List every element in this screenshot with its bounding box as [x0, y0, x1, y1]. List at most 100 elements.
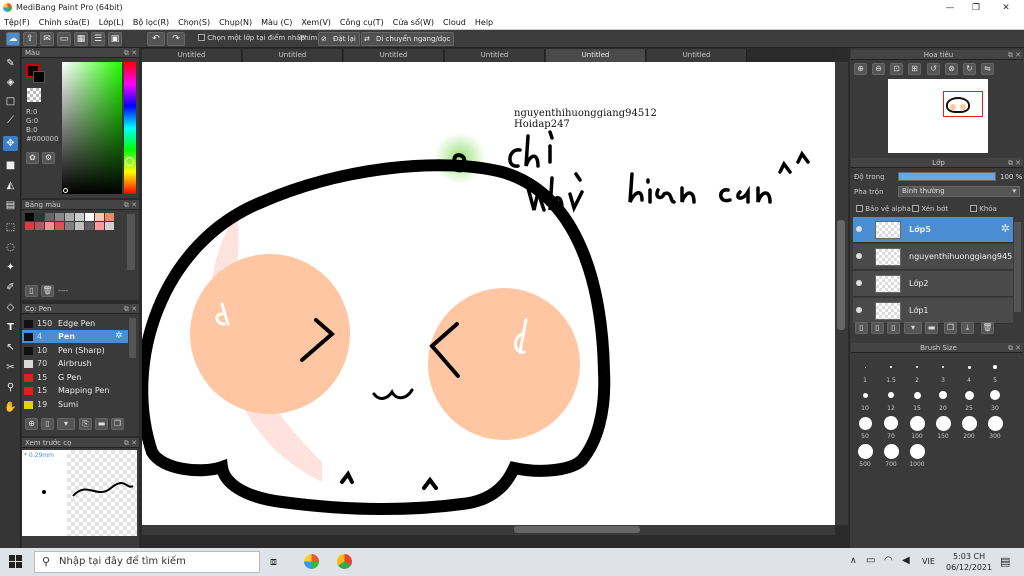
palette-swatch[interactable] [35, 222, 44, 230]
brush-item-selected[interactable]: 4 Pen ✲ [22, 330, 128, 343]
menu-color[interactable]: Màu (C) [261, 16, 292, 29]
tab-untitled[interactable]: Untitled [243, 49, 343, 62]
actual-size-icon[interactable]: ⊞ [908, 63, 921, 75]
menu-layer[interactable]: Lớp(L) [99, 16, 124, 29]
palette-swatch[interactable] [65, 222, 74, 230]
brush-settings-gear-icon[interactable]: ✲ [115, 330, 123, 343]
transparent-color-swatch[interactable] [27, 88, 41, 102]
operation-tool-icon[interactable]: ↖ [3, 340, 18, 355]
brush-size-option[interactable]: 1 [854, 358, 876, 384]
lasso-tool-icon[interactable]: ◌ [3, 240, 18, 255]
layer-settings-gear-icon[interactable]: ✲ [1001, 222, 1010, 235]
wifi-icon[interactable]: ◠ [884, 555, 893, 566]
new-brush-icon[interactable]: ▯ [41, 418, 54, 430]
tab-untitled[interactable]: Untitled [445, 49, 545, 62]
language-indicator[interactable]: VIE [922, 557, 935, 566]
menu-view[interactable]: Xem(V) [301, 16, 331, 29]
navigator-preview[interactable] [888, 79, 988, 153]
hue-cursor[interactable] [125, 157, 134, 166]
color-wheel-icon[interactable]: ✿ [26, 152, 39, 164]
layer-scrollbar[interactable] [1014, 222, 1021, 312]
brush-size-option[interactable]: 200 [958, 414, 980, 440]
palette-swatch[interactable] [25, 213, 34, 221]
duplicate-layer-icon[interactable]: ❐ [944, 322, 957, 334]
brush-duplicate-icon[interactable]: ❐ [111, 418, 124, 430]
new-palette-icon[interactable]: ▯ [25, 285, 38, 297]
gradient-tool-icon[interactable]: ▤ [3, 198, 18, 213]
palette-swatch[interactable] [25, 222, 34, 230]
palette-swatch[interactable] [85, 213, 94, 221]
palette-swatch[interactable] [45, 213, 54, 221]
hand-tool-icon[interactable]: ✋ [3, 400, 18, 415]
drawing-canvas[interactable]: nguyenthihuonggiang94512 Hoidap247 [142, 62, 835, 525]
brush-size-option[interactable]: 300 [984, 414, 1006, 440]
palette-swatch[interactable] [95, 213, 104, 221]
brush-size-option[interactable]: 100 [906, 414, 928, 440]
brush-size-option[interactable]: 700 [880, 442, 902, 468]
flip-view-icon[interactable]: ⇋ [981, 63, 994, 75]
windows-start-icon[interactable] [9, 555, 22, 568]
brush-size-option[interactable]: 5 [984, 358, 1006, 384]
menu-help[interactable]: Help [475, 16, 493, 29]
layer-row[interactable]: nguyenthihuonggiang94512 [853, 244, 1013, 270]
volume-icon[interactable]: ◀ [902, 555, 910, 566]
zoom-out-icon[interactable]: ⊖ [872, 63, 885, 75]
palette-swatch[interactable] [95, 222, 104, 230]
canvas-horizontal-scrollbar[interactable] [142, 525, 835, 535]
minimize-icon[interactable]: — [944, 2, 956, 14]
add-layer-menu-icon[interactable]: ▾ [904, 322, 922, 334]
eye-icon[interactable] [856, 280, 862, 286]
brush-size-option[interactable]: 15 [906, 386, 928, 412]
brush-item[interactable]: 70 Airbrush [22, 357, 128, 370]
tab-untitled[interactable]: Untitled [647, 49, 747, 62]
hscroll-thumb[interactable] [514, 526, 640, 533]
layer-row-selected[interactable]: Lớp5 ✲ [853, 217, 1013, 243]
brush-item[interactable]: 10 Pen (Sharp) [22, 344, 128, 357]
brush-copy-icon[interactable]: ⎘ [79, 418, 92, 430]
brush-size-option[interactable]: 150 [932, 414, 954, 440]
brush-size-option[interactable]: 25 [958, 386, 980, 412]
eyedropper-tool-icon[interactable]: ⚲ [3, 380, 18, 395]
brush-size-option[interactable]: 30 [984, 386, 1006, 412]
new-layer-1bit-icon[interactable]: ▯ [887, 322, 900, 334]
saturation-value-picker[interactable] [62, 62, 122, 194]
brush-menu-icon[interactable]: ▾ [57, 418, 75, 430]
tab-untitled[interactable]: Untitled [344, 49, 444, 62]
panel-close-icon[interactable]: ⧉ ✕ [124, 48, 137, 58]
rect-tool-icon[interactable]: □ [3, 94, 18, 109]
blend-mode-select[interactable]: Bình thường ▾ [898, 186, 1020, 197]
share-icon[interactable]: ⇪ [23, 32, 37, 46]
brush-size-option[interactable]: 4 [958, 358, 980, 384]
menu-edit[interactable]: Chỉnh sửa(E) [39, 16, 90, 29]
layer-row[interactable]: Lớp1 [853, 298, 1013, 324]
brush-size-option[interactable]: 50 [854, 414, 876, 440]
clipping-checkbox[interactable]: Xén bớt [912, 205, 948, 213]
canvas-vertical-scrollbar[interactable] [835, 62, 848, 525]
undo-icon[interactable]: ↶ [147, 32, 165, 46]
network-icon[interactable]: ▭ [866, 555, 875, 566]
brush-item[interactable]: 19 Sumi [22, 398, 128, 411]
select-rect-tool-icon[interactable]: ⬚ [3, 220, 18, 235]
panel-close-icon[interactable]: ⧉ ✕ [1008, 343, 1021, 353]
brush-size-option[interactable]: 20 [932, 386, 954, 412]
flip-button[interactable]: ⇄ Di chuyển ngang/dọc [361, 32, 455, 46]
pen-line-tool-icon[interactable]: ⟋ [3, 113, 18, 128]
palette-swatch[interactable] [105, 213, 114, 221]
panel-close-icon[interactable]: ⧉ ✕ [1008, 158, 1021, 168]
menu-snap[interactable]: Chụp(N) [219, 16, 252, 29]
panel-close-icon[interactable]: ⧉ ✕ [124, 438, 137, 448]
move-tool-icon[interactable]: ✥ [3, 136, 18, 151]
opacity-slider[interactable] [898, 172, 996, 181]
panel-close-icon[interactable]: ⧉ ✕ [124, 304, 137, 314]
chevron-up-icon[interactable]: ∧ [850, 556, 857, 566]
sv-cursor[interactable] [63, 188, 68, 193]
panel-close-icon[interactable]: ⧉ ✕ [124, 200, 137, 210]
brush-size-option[interactable]: 500 [854, 442, 876, 468]
eye-icon[interactable] [856, 307, 862, 313]
rotate-left-icon[interactable]: ↺ [927, 63, 940, 75]
frame-icon[interactable]: ▣ [108, 32, 122, 46]
brush-folder-icon[interactable]: ▬ [95, 418, 108, 430]
secondary-color-swatch[interactable] [33, 71, 45, 83]
palette-swatch[interactable] [75, 222, 84, 230]
comment-icon[interactable]: ✉ [40, 32, 54, 46]
